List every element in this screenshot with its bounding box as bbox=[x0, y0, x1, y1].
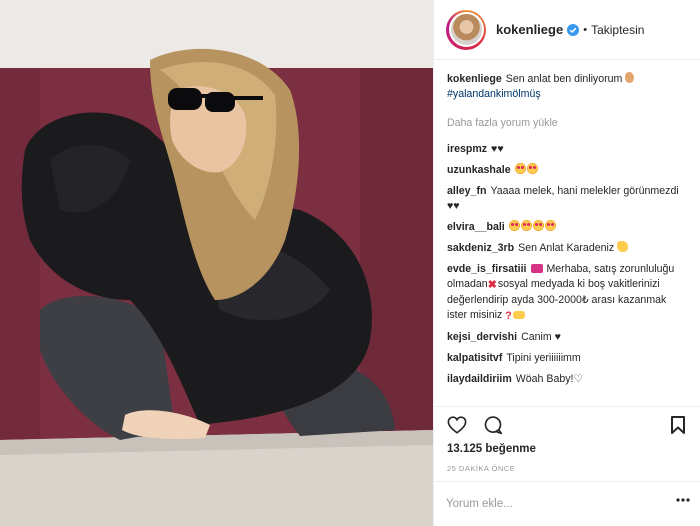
comment-username[interactable]: elvira__bali bbox=[447, 221, 505, 233]
comment-username[interactable]: kalpatisitvf bbox=[447, 352, 502, 364]
post-image bbox=[0, 0, 433, 526]
likes-count[interactable]: 13.125 beğenme bbox=[447, 443, 536, 455]
comment-text: ♥♥ bbox=[491, 143, 504, 155]
comment-icon[interactable] bbox=[482, 414, 504, 436]
list-item: elvira__bali bbox=[447, 220, 689, 235]
list-item: sakdeniz_3rb Sen Anlat Karadeniz bbox=[447, 241, 689, 256]
list-item: alley_fn Yaaaa melek, hani melekler görün… bbox=[447, 184, 689, 214]
ribbon-emoji-icon bbox=[530, 264, 543, 273]
heart-eyes-emoji-icon bbox=[520, 220, 532, 231]
comment-username[interactable]: ilaydaildiriim bbox=[447, 373, 512, 385]
question-mark-emoji-icon: ? bbox=[505, 310, 512, 322]
list-item: kalpatisitvf Tipini yeriiiiiimm bbox=[447, 351, 689, 366]
comment-text: Canim ♥ bbox=[521, 331, 561, 343]
load-more-comments-link[interactable]: Daha fazla yorum yükle bbox=[447, 116, 689, 130]
bookmark-icon[interactable] bbox=[667, 414, 689, 436]
follow-status-button[interactable]: Takiptesin bbox=[591, 23, 644, 37]
comment-username[interactable]: sakdeniz_3rb bbox=[447, 242, 514, 254]
separator-dot: • bbox=[583, 23, 588, 36]
heart-eyes-emoji-icon bbox=[514, 163, 526, 174]
post-actions bbox=[434, 406, 700, 442]
clap-emoji-icon bbox=[617, 241, 629, 252]
heart-eyes-emoji-icon bbox=[532, 220, 544, 231]
list-item: ilaydaildiriim Wöah Baby!♡ bbox=[447, 372, 689, 387]
comment-text: Tipini yeriiiiiimm bbox=[506, 352, 581, 364]
post-photo bbox=[0, 0, 433, 526]
cross-mark-emoji-icon: ✖ bbox=[487, 279, 497, 291]
heart-eyes-emoji-icon bbox=[526, 163, 538, 174]
heart-icon[interactable] bbox=[446, 414, 468, 436]
avatar[interactable] bbox=[448, 12, 484, 47]
avatar-story-ring[interactable] bbox=[446, 9, 486, 50]
heart-eyes-emoji-icon bbox=[508, 220, 520, 231]
caption: kokenliege Sen anlat ben dinliyorum #yala… bbox=[447, 72, 689, 102]
list-item: kejsi_dervishi Canim ♥ bbox=[447, 330, 689, 345]
more-icon[interactable] bbox=[676, 498, 690, 502]
caption-hashtag[interactable]: #yalandankimölmüş bbox=[447, 88, 541, 100]
caption-text: Sen anlat ben dinliyorum bbox=[505, 73, 623, 85]
verified-icon bbox=[567, 23, 580, 36]
post-header: kokenliege • Takiptesin bbox=[434, 0, 700, 60]
comment-username[interactable]: kejsi_dervishi bbox=[447, 331, 517, 343]
header-username[interactable]: kokenliege bbox=[496, 22, 563, 37]
comment-text: Wöah Baby!♡ bbox=[515, 373, 583, 385]
post-timestamp: 25 DAKİKA ÖNCE bbox=[447, 464, 516, 473]
post-sidebar: kokenliege • Takiptesin kokenliege Sen an… bbox=[433, 0, 700, 526]
comment-input[interactable] bbox=[446, 498, 646, 510]
comment-username[interactable]: alley_fn bbox=[447, 185, 486, 197]
pointing-hand-emoji-icon bbox=[512, 311, 525, 319]
ear-emoji-icon bbox=[625, 72, 635, 83]
add-comment-bar bbox=[434, 481, 700, 526]
list-item: uzunkashale bbox=[447, 163, 689, 178]
comment-username[interactable]: irespmz bbox=[447, 143, 487, 155]
heart-eyes-emoji-icon bbox=[544, 220, 556, 231]
caption-username[interactable]: kokenliege bbox=[447, 73, 502, 85]
list-item: evde_is_firsatiii Merhaba, satış zorunlu… bbox=[447, 262, 689, 324]
comment-text: Sen Anlat Karadeniz bbox=[518, 242, 615, 254]
comment-username[interactable]: uzunkashale bbox=[447, 164, 511, 176]
list-item: irespmz ♥♥ bbox=[447, 142, 689, 157]
comments-list[interactable]: kokenliege Sen anlat ben dinliyorum #yala… bbox=[434, 60, 700, 406]
comment-username[interactable]: evde_is_firsatiii bbox=[447, 263, 527, 275]
